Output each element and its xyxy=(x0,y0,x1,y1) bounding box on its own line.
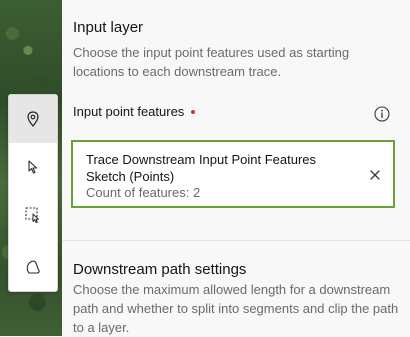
lasso-select-icon xyxy=(26,260,40,274)
close-icon[interactable] xyxy=(369,169,381,181)
rectangle-select-tool-button[interactable] xyxy=(9,191,57,239)
cursor-arrow-icon xyxy=(28,160,38,174)
downstream-settings-description: Choose the maximum allowed length for a … xyxy=(73,282,399,335)
section-divider xyxy=(62,240,410,241)
required-indicator xyxy=(191,109,196,114)
input-layer-title: Input layer xyxy=(73,19,144,36)
field-label-text: Input point features xyxy=(73,104,185,119)
trace-downstream-panel: Input layer Choose the input point featu… xyxy=(62,0,410,336)
input-point-features-label: Input point features xyxy=(73,104,196,119)
point-tool-button[interactable] xyxy=(9,95,57,143)
feature-layer-name: Trace Downstream Input Point Features Sk… xyxy=(86,152,317,184)
selected-feature-card[interactable]: Trace Downstream Input Point Features Sk… xyxy=(71,140,395,208)
rectangle-select-icon xyxy=(25,207,39,223)
info-icon[interactable] xyxy=(374,106,390,122)
downstream-settings-title: Downstream path settings xyxy=(73,261,247,278)
feature-count: Count of features: 2 xyxy=(86,185,201,200)
input-layer-description: Choose the input point features used as … xyxy=(73,45,350,79)
select-tool-button[interactable] xyxy=(9,143,57,191)
lasso-select-tool-button[interactable] xyxy=(9,243,57,291)
sketch-toolbar xyxy=(8,94,58,292)
map-pin-icon xyxy=(27,111,39,127)
